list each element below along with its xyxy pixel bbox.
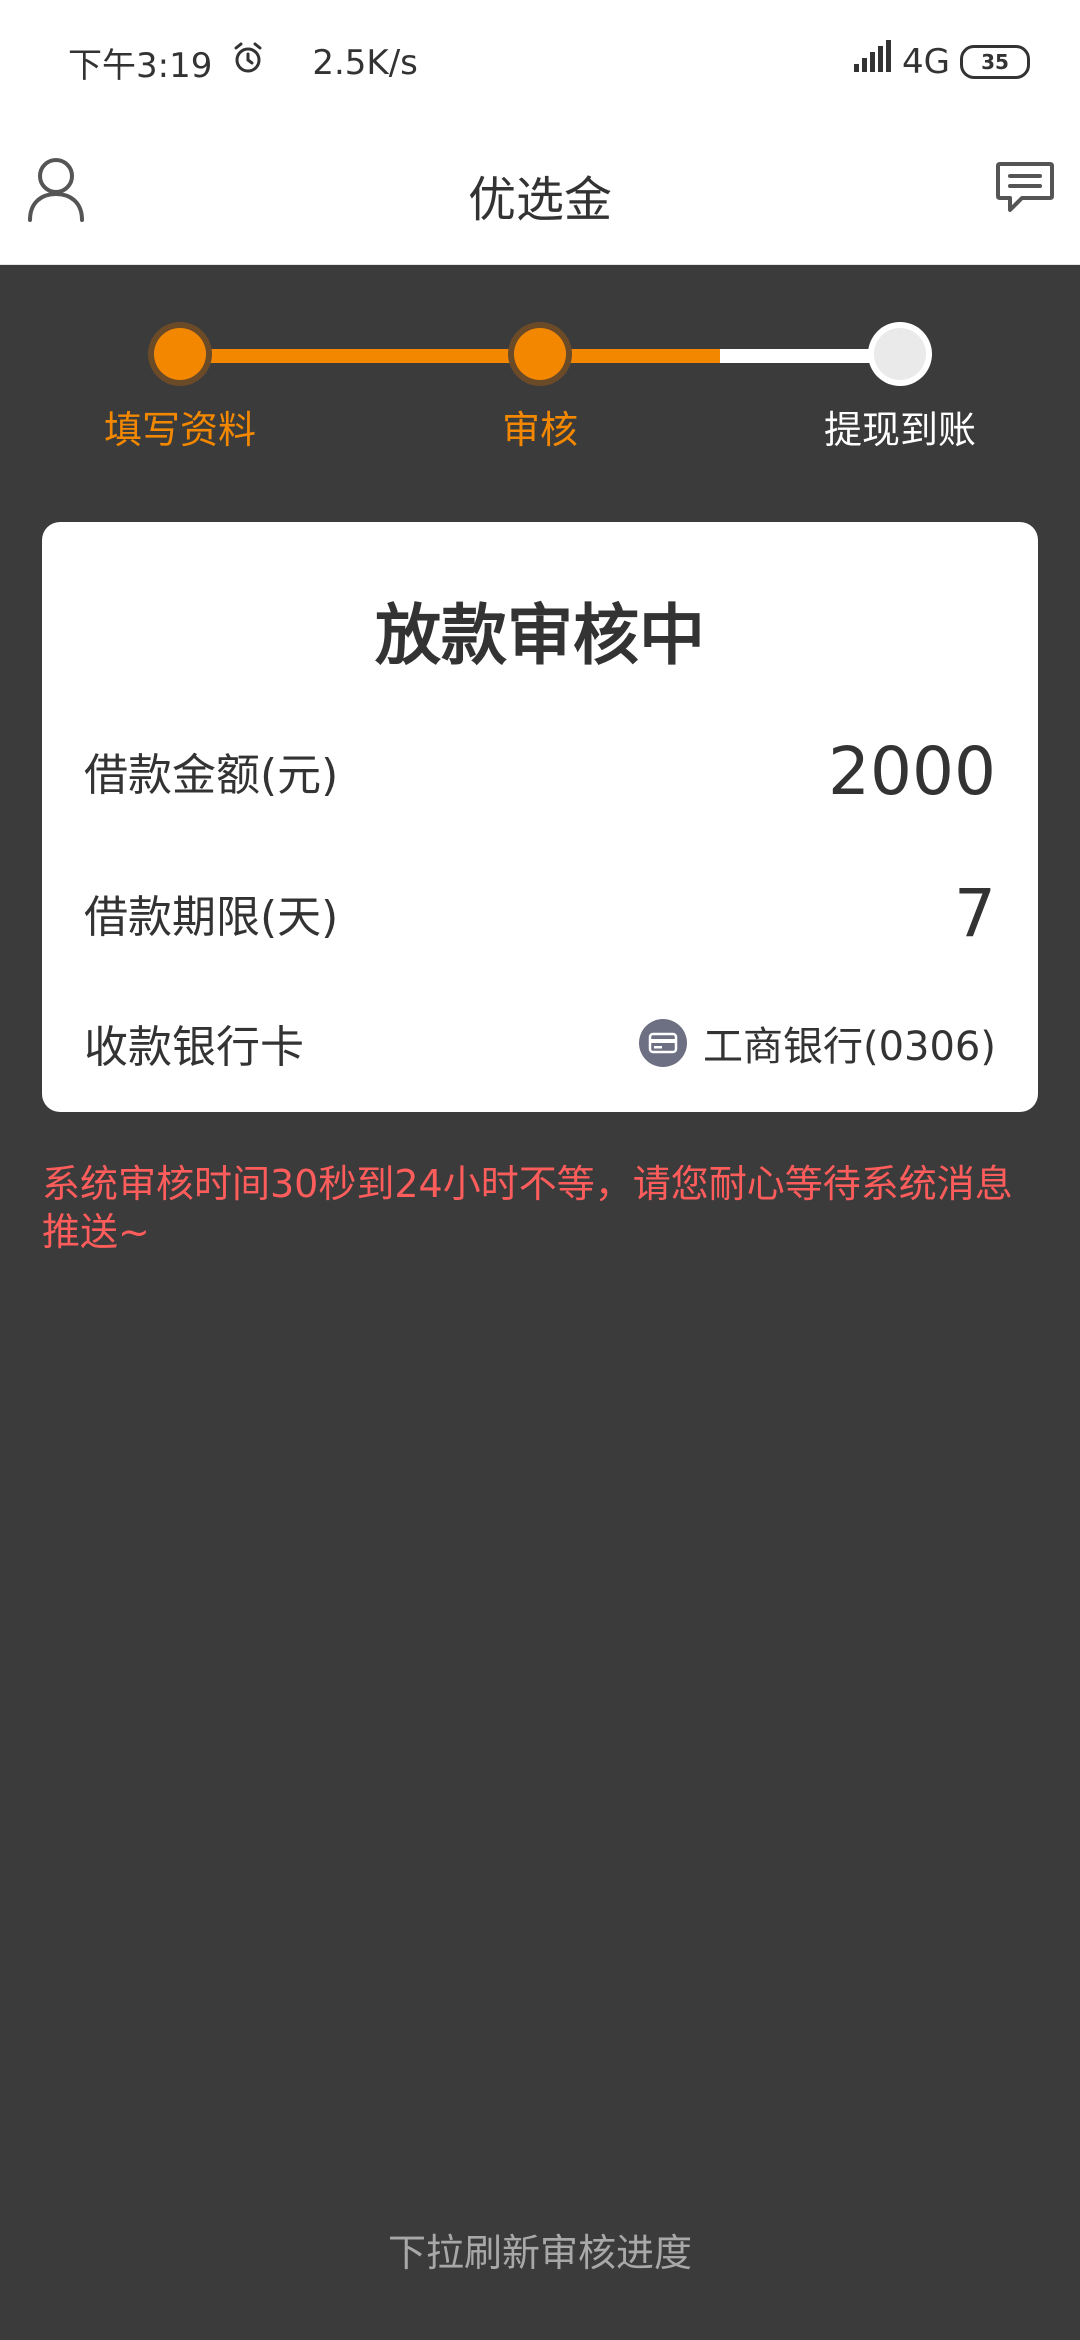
step-label-1: 填写资料: [103, 408, 256, 452]
bank-card-value: 工商银行(0306): [702, 1024, 996, 1070]
message-icon[interactable]: [994, 160, 1056, 216]
loan-term-row: 借款期限(天) 7: [84, 868, 996, 958]
pull-to-refresh-hint: 下拉刷新审核进度: [387, 2231, 692, 2275]
page-title: 优选金: [467, 172, 612, 228]
status-bar: 下午3:19 2.5K/s 4G 35: [0, 0, 1080, 120]
signal-icon: [852, 40, 892, 83]
alarm-icon: [230, 40, 266, 85]
progress-line-completed: [180, 349, 720, 363]
app-header: 优选金: [0, 120, 1080, 265]
review-notice: 系统审核时间30秒到24小时不等，请您耐心等待系统消息推送~: [42, 1162, 1013, 1254]
loan-term-value: 7: [954, 874, 996, 952]
loan-review-card: 放款审核中 借款金额(元) 2000 借款期限(天) 7 收款银行卡 工商银行(…: [42, 522, 1038, 1112]
battery-icon: 35: [960, 44, 1030, 79]
step-dot-2: [514, 328, 566, 380]
progress-steps: 填写资料 审核 提现到账: [0, 264, 1080, 484]
loan-amount-row: 借款金额(元) 2000: [84, 726, 996, 816]
battery-level: 35: [981, 49, 1009, 74]
step-label-3: 提现到账: [823, 408, 976, 452]
step-dot-1: [154, 328, 206, 380]
loan-term-label: 借款期限(天): [84, 892, 339, 943]
loan-amount-label: 借款金额(元): [84, 750, 339, 801]
network-type: 4G: [902, 41, 950, 82]
bank-card-row: 收款银行卡 工商银行(0306): [84, 998, 996, 1088]
card-title: 放款审核中: [375, 597, 705, 674]
loan-amount-value: 2000: [828, 732, 996, 810]
status-left: 下午3:19 2.5K/s: [68, 38, 418, 87]
step-label-2: 审核: [501, 408, 578, 452]
bank-card-label: 收款银行卡: [84, 1022, 304, 1073]
bank-card-icon: [638, 1019, 687, 1067]
network-speed: 2.5K/s: [312, 42, 418, 83]
bank-card-value-wrap: 工商银行(0306): [638, 1014, 996, 1072]
status-time: 下午3:19: [68, 46, 213, 86]
step-dot-3: [874, 328, 926, 380]
status-right: 4G 35: [852, 40, 1030, 83]
progress-line-remaining: [720, 349, 900, 363]
